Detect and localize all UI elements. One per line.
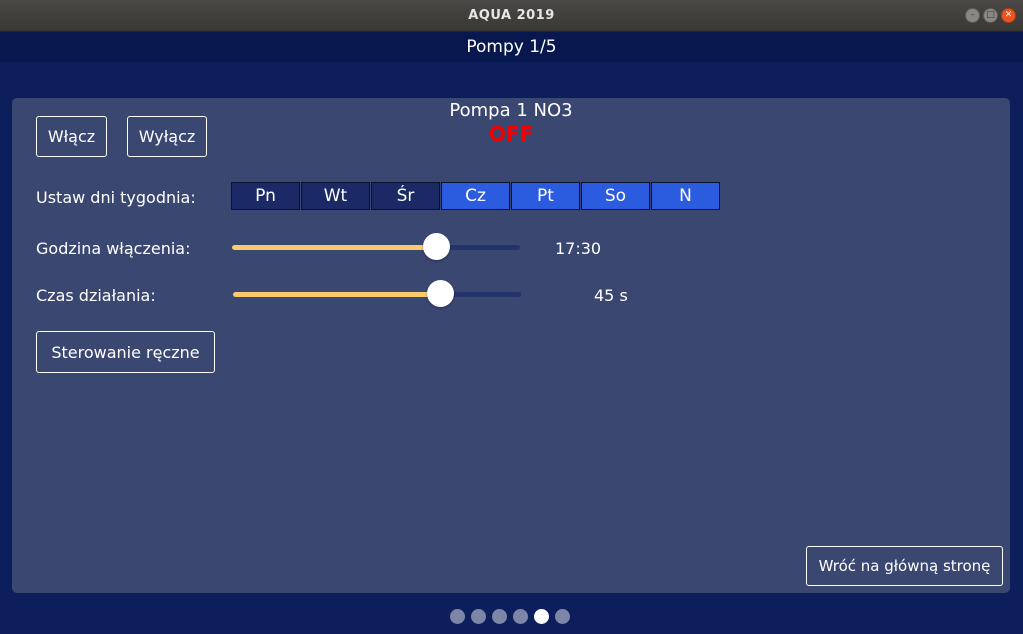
- duration-value: 45 s: [594, 286, 628, 305]
- manual-control-button[interactable]: Sterowanie ręczne: [36, 331, 215, 373]
- window-controls: – □ ✕: [965, 8, 1016, 23]
- duration-slider[interactable]: [233, 279, 521, 309]
- day-selector: Pn Wt Śr Cz Pt So N: [231, 182, 721, 210]
- page-dot[interactable]: [450, 609, 465, 624]
- close-icon[interactable]: ✕: [1001, 8, 1016, 23]
- day-toggle-N[interactable]: N: [651, 182, 720, 210]
- slider-handle[interactable]: [422, 233, 450, 260]
- slider-fill: [233, 292, 441, 297]
- pump-name: Pompa 1 NO3: [449, 100, 573, 121]
- page-indicator: [450, 609, 570, 624]
- day-toggle-Pn[interactable]: Pn: [231, 182, 300, 210]
- pump-state: OFF: [488, 122, 534, 146]
- page-dot[interactable]: [471, 609, 486, 624]
- maximize-icon[interactable]: □: [983, 8, 998, 23]
- page-dot[interactable]: [534, 609, 549, 624]
- page-title: Pompy 1/5: [0, 32, 1023, 62]
- slider-fill: [232, 245, 437, 250]
- days-label: Ustaw dni tygodnia:: [36, 188, 196, 207]
- day-toggle-Śr[interactable]: Śr: [371, 182, 440, 210]
- day-toggle-Cz[interactable]: Cz: [441, 182, 510, 210]
- start-time-value: 17:30: [555, 239, 602, 258]
- app-content: Pompy 1/5 Włącz Wyłącz Pompa 1 NO3 OFF U…: [0, 32, 1023, 634]
- start-time-label: Godzina włączenia:: [36, 239, 191, 258]
- start-time-slider[interactable]: [232, 232, 520, 262]
- day-toggle-Wt[interactable]: Wt: [301, 182, 370, 210]
- page-dot[interactable]: [555, 609, 570, 624]
- app-window: AQUA 2019 – □ ✕ Pompy 1/5 Włącz Wyłącz P…: [0, 0, 1023, 634]
- pump-panel: Włącz Wyłącz Pompa 1 NO3 OFF Ustaw dni t…: [12, 98, 1010, 593]
- day-toggle-Pt[interactable]: Pt: [511, 182, 580, 210]
- back-to-home-button[interactable]: Wróć na główną stronę: [806, 546, 1003, 586]
- page-dot[interactable]: [492, 609, 507, 624]
- title-bar: AQUA 2019 – □ ✕: [0, 0, 1023, 32]
- page-dot[interactable]: [513, 609, 528, 624]
- day-toggle-So[interactable]: So: [581, 182, 650, 210]
- minimize-icon[interactable]: –: [965, 8, 980, 23]
- window-title: AQUA 2019: [468, 8, 555, 23]
- duration-label: Czas działania:: [36, 286, 156, 305]
- slider-handle[interactable]: [426, 280, 454, 307]
